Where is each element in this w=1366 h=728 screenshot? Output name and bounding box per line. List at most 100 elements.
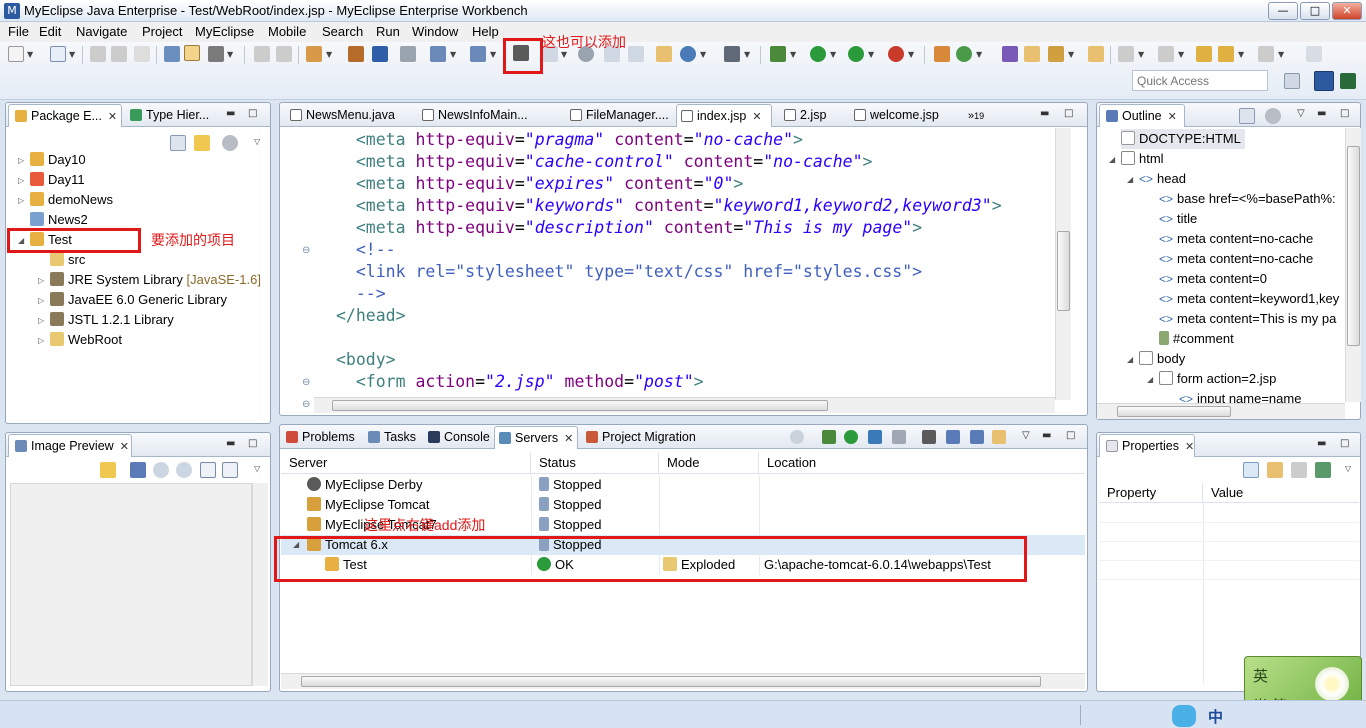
maximize-window-button[interactable]: □ (1300, 2, 1330, 20)
maximize-icon[interactable]: □ (1340, 108, 1349, 119)
outline-item-meta-1[interactable]: <> meta content=no-cache (1159, 229, 1313, 249)
scroll-thumb[interactable] (1117, 406, 1231, 417)
tab-tasks[interactable]: Tasks (366, 426, 426, 449)
maximize-icon[interactable]: □ (1340, 438, 1349, 449)
minimize-icon[interactable]: ▬ (1317, 438, 1326, 449)
menu-run[interactable]: Run (376, 24, 400, 39)
tab-problems[interactable]: Problems (284, 426, 360, 449)
tree-item-demonews[interactable]: demoNews (30, 190, 113, 210)
close-icon[interactable]: ✕ (1168, 110, 1177, 123)
collapse-all-icon[interactable] (170, 135, 186, 151)
outline-item-body[interactable]: body (1139, 349, 1185, 369)
scroll-thumb[interactable] (332, 400, 828, 411)
menu-project[interactable]: Project (142, 24, 182, 39)
back-icon[interactable] (1218, 46, 1234, 62)
view-menu-icon[interactable] (1265, 108, 1281, 124)
actual-size-icon[interactable] (200, 462, 216, 478)
tab-newsinfomain[interactable]: NewsInfoMain... (418, 104, 558, 127)
close-icon[interactable]: ✕ (564, 432, 573, 445)
advanced-icon[interactable] (1291, 462, 1307, 478)
maximize-icon[interactable]: □ (248, 108, 257, 119)
myeclipse-perspective-icon[interactable] (1314, 71, 1334, 91)
table-row[interactable]: MyEclipse Derby Stopped (281, 475, 1085, 495)
close-icon[interactable]: ✕ (752, 110, 761, 123)
table-row[interactable]: MyEclipse Tomcat Stopped (281, 495, 1085, 515)
filter-icon[interactable] (1267, 462, 1283, 478)
outline-item-comment[interactable]: #comment (1159, 329, 1234, 349)
tab-welcome-jsp[interactable]: welcome.jsp (850, 104, 950, 127)
forward-icon[interactable] (1258, 46, 1274, 62)
stop-icon[interactable] (888, 46, 904, 62)
minimize-icon[interactable]: ▬ (1317, 108, 1326, 119)
minimize-window-button[interactable]: — (1268, 2, 1298, 20)
tab-2-jsp[interactable]: 2.jsp (780, 104, 840, 127)
run-last-icon[interactable] (848, 46, 864, 62)
outline-vertical-scrollbar[interactable] (1345, 128, 1361, 402)
remove-deployment-icon[interactable] (946, 430, 960, 444)
zoom-out-icon[interactable] (153, 462, 169, 478)
ime-mode-indicator[interactable]: 中 (1208, 706, 1223, 727)
outline-item-meta-5[interactable]: <> meta content=This is my pa (1159, 309, 1343, 329)
new-icon[interactable] (8, 46, 24, 62)
outline-item-title[interactable]: <> title (1159, 209, 1197, 229)
terminal-icon[interactable] (164, 46, 180, 62)
annotation-icon[interactable] (1088, 46, 1104, 62)
print-icon[interactable] (134, 46, 150, 62)
tab-type-hierarchy[interactable]: Type Hier... (126, 104, 226, 127)
fit-image-icon[interactable] (130, 462, 146, 478)
editor-vertical-scrollbar[interactable] (1055, 128, 1071, 400)
tab-project-migration[interactable]: Project Migration (582, 426, 712, 449)
package-icon[interactable] (348, 46, 364, 62)
open-type-icon[interactable] (306, 46, 322, 62)
menu-window[interactable]: Window (412, 24, 458, 39)
refresh-icon[interactable] (628, 46, 644, 62)
debug-icon[interactable] (770, 46, 786, 62)
editor-horizontal-scrollbar[interactable] (314, 397, 1055, 413)
open-type-hierarchy-icon[interactable] (1002, 46, 1018, 62)
tree-item-jre-library[interactable]: JRE System Library [JavaSE-1.6] (50, 270, 261, 290)
minimize-icon[interactable]: ▬ (1042, 430, 1051, 441)
close-icon[interactable]: ✕ (1185, 440, 1194, 453)
view-menu-chevron-icon[interactable]: ▽ (1297, 108, 1305, 119)
column-header-mode[interactable]: Mode (659, 452, 759, 474)
view-menu-chevron-icon[interactable]: ▽ (1022, 430, 1030, 441)
outline-item-head[interactable]: <> head (1139, 169, 1186, 189)
collapse-all-icon[interactable] (1239, 108, 1255, 124)
servers-horizontal-scrollbar[interactable] (281, 673, 1085, 689)
last-edit-icon[interactable] (1196, 46, 1212, 62)
minimize-icon[interactable]: ▬ (1040, 108, 1049, 119)
scroll-thumb[interactable] (301, 676, 1041, 687)
link-editor-icon[interactable] (194, 135, 210, 151)
fit-window-icon[interactable] (222, 462, 238, 478)
debug-server-icon[interactable] (822, 430, 836, 444)
close-window-button[interactable]: ✕ (1332, 2, 1362, 20)
outline-horizontal-scrollbar[interactable] (1097, 403, 1345, 419)
next-annotation-icon[interactable] (1118, 46, 1134, 62)
tab-newsmenu-java[interactable]: NewsMenu.java (286, 104, 412, 127)
quick-access-input[interactable] (1132, 70, 1268, 91)
tree-item-javaee-library[interactable]: JavaEE 6.0 Generic Library (50, 290, 227, 310)
build-icon[interactable] (208, 46, 224, 62)
zoom-in-icon[interactable] (176, 462, 192, 478)
column-header-value[interactable]: Value (1203, 483, 1359, 503)
start-server-icon[interactable] (844, 430, 858, 444)
minimize-icon[interactable]: ▬ (226, 438, 235, 449)
tab-properties[interactable]: Properties ✕ (1099, 434, 1195, 457)
jdk-icon[interactable] (400, 46, 416, 62)
pin-editor-icon[interactable] (1306, 46, 1322, 62)
preview-vertical-scrollbar[interactable] (252, 483, 268, 686)
categories-icon[interactable] (1243, 462, 1259, 478)
browse-deployment-icon[interactable] (992, 430, 1006, 444)
save-icon[interactable] (90, 46, 106, 62)
tab-overflow[interactable]: »19 (968, 104, 994, 127)
new-wizard-icon[interactable] (50, 46, 66, 62)
tab-console[interactable]: Console (426, 426, 492, 449)
outline-item-input[interactable]: <> input name=name (1179, 389, 1301, 403)
java-perspective-icon[interactable] (1340, 73, 1356, 89)
tree-item-src[interactable]: src (50, 250, 85, 270)
toggle-mark-icon[interactable] (184, 45, 200, 61)
run-icon[interactable] (810, 46, 826, 62)
new-java-project-icon[interactable] (934, 46, 950, 62)
fold-icon[interactable]: ⊖ (302, 399, 310, 410)
code-editor[interactable]: <meta http-equiv="pragma" content="no-ca… (336, 129, 1056, 399)
